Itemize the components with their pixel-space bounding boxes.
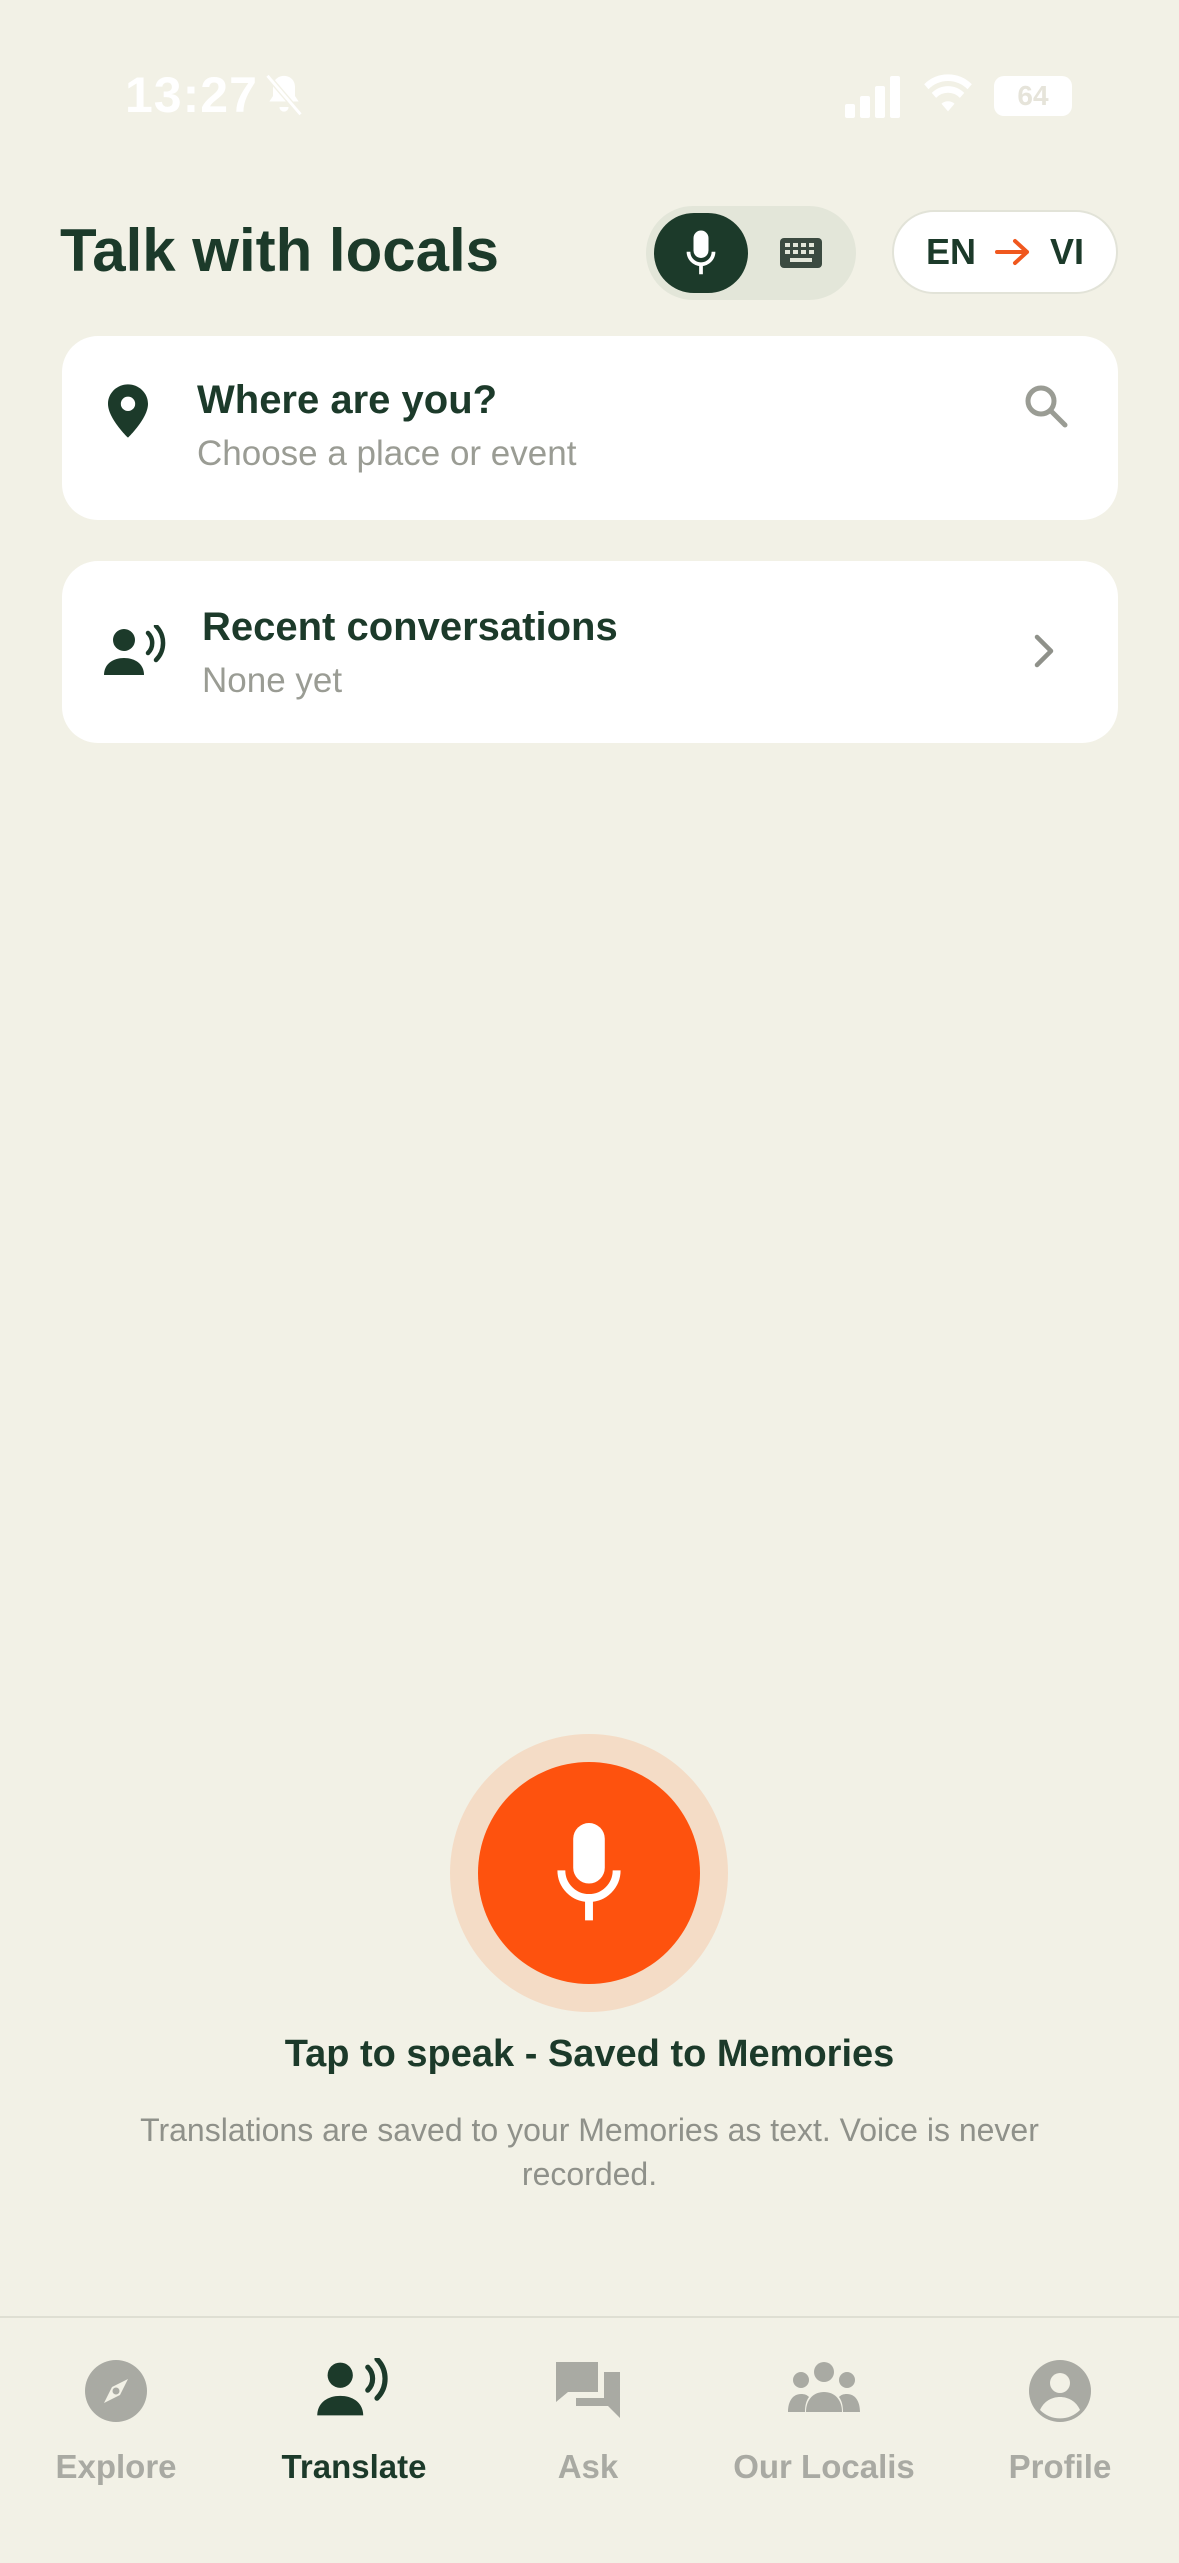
tap-to-speak-button[interactable] <box>478 1762 700 1984</box>
recent-conversations-card[interactable]: Recent conversations None yet <box>62 561 1118 743</box>
battery-icon: 64 <box>994 76 1072 116</box>
keyboard-icon <box>780 238 822 268</box>
chevron-right-icon <box>1034 634 1054 668</box>
recent-card-subtitle: None yet <box>202 661 343 700</box>
arrow-right-icon <box>995 239 1029 265</box>
signal-icon <box>845 76 900 118</box>
mic-icon <box>686 230 716 275</box>
nav-item-ask[interactable]: Ask <box>478 2348 698 2488</box>
language-pair-selector[interactable]: EN VI <box>892 210 1118 294</box>
nav-label-our-localis: Our Localis <box>733 2448 915 2485</box>
nav-item-profile[interactable]: Profile <box>950 2348 1170 2488</box>
location-card-title: Where are you? <box>197 378 498 422</box>
battery-level: 64 <box>1017 80 1049 111</box>
location-card-subtitle: Choose a place or event <box>197 434 577 473</box>
nav-label-profile: Profile <box>1008 2448 1112 2485</box>
status-bar: 13:27 64 <box>0 0 1179 190</box>
person-speaking-icon <box>317 2358 388 2416</box>
profile-icon <box>1029 2360 1091 2422</box>
nav-label-translate: Translate <box>281 2448 427 2485</box>
tap-to-speak-title: Tap to speak - Saved to Memories <box>284 2033 895 2075</box>
nav-label-explore: Explore <box>55 2448 177 2485</box>
group-icon <box>788 2362 860 2412</box>
translate-screen: 13:27 64 Talk with locals EN VI Where ar… <box>0 0 1179 2563</box>
tap-to-speak-subtitle: Translations are saved to your Memories … <box>140 2112 1039 2192</box>
chat-bubbles-icon <box>556 2362 620 2418</box>
compass-icon <box>85 2360 147 2422</box>
nav-item-translate[interactable]: Translate <box>244 2348 464 2488</box>
recent-card-title: Recent conversations <box>202 605 618 649</box>
bell-off-icon <box>265 74 303 117</box>
location-pin-icon <box>108 384 148 438</box>
status-time: 13:27 <box>125 67 258 123</box>
wifi-icon <box>924 74 972 112</box>
voice-mode-button[interactable] <box>654 213 748 293</box>
search-icon[interactable] <box>1022 382 1070 430</box>
source-language: EN <box>925 231 976 272</box>
nav-label-ask: Ask <box>557 2448 619 2485</box>
page-title: Talk with locals <box>60 217 500 284</box>
input-mode-toggle[interactable] <box>646 206 856 300</box>
bottom-nav: Explore Translate Ask Our Localis Profil… <box>0 2316 1179 2563</box>
person-speaking-icon <box>104 625 166 675</box>
target-language: VI <box>1050 231 1085 272</box>
mic-icon <box>557 1823 621 1921</box>
nav-item-explore[interactable]: Explore <box>6 2348 226 2488</box>
nav-item-our-localis[interactable]: Our Localis <box>714 2348 934 2488</box>
location-card[interactable]: Where are you? Choose a place or event <box>62 336 1118 520</box>
keyboard-mode-button[interactable] <box>754 213 848 293</box>
